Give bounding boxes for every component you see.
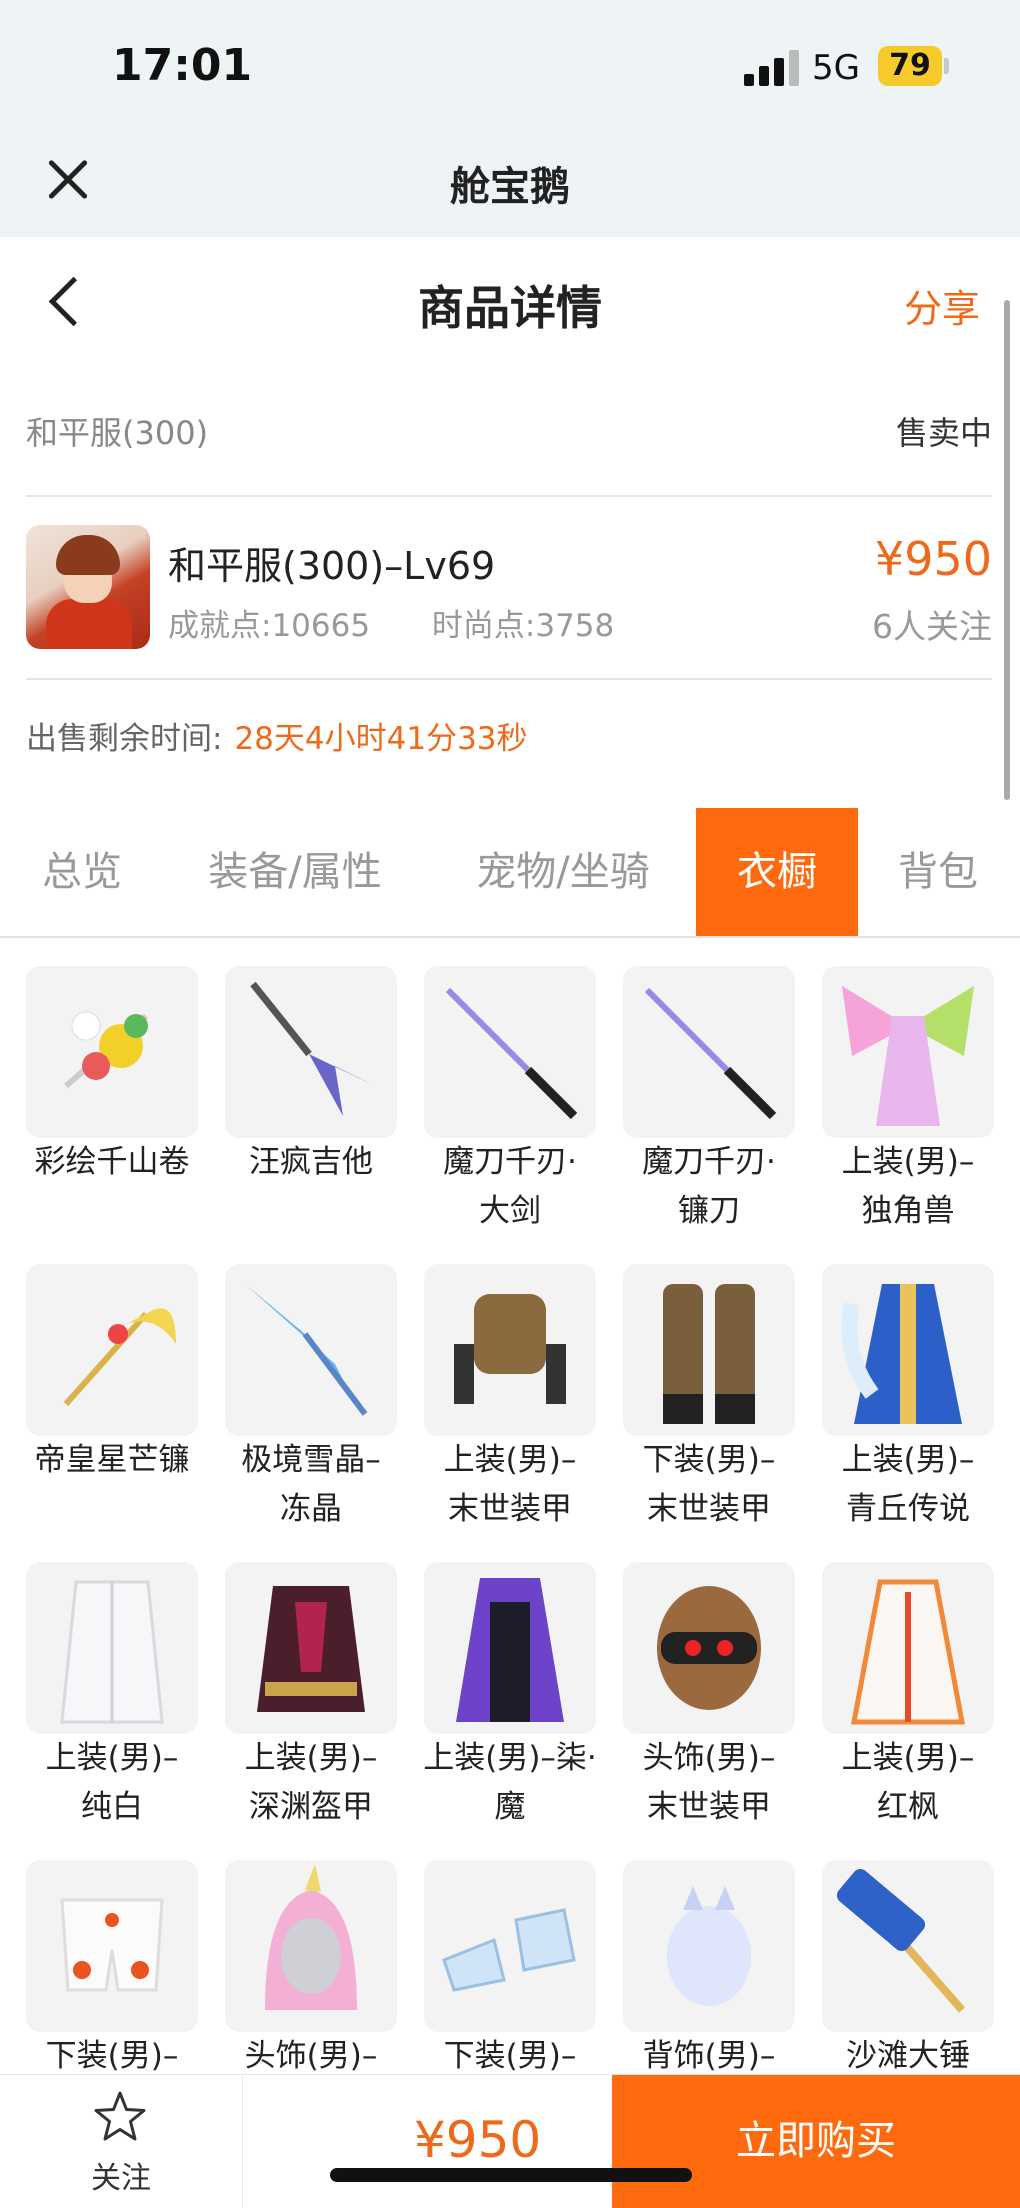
page-title: 商品详情 (418, 281, 602, 335)
guitar-icon (225, 966, 397, 1138)
watcher-count: 6人关注 (872, 607, 992, 646)
buy-now-button[interactable]: 立即购买 (612, 2075, 1020, 2208)
remaining-time-value: 28天4小时41分33秒 (234, 721, 528, 757)
star-icon (94, 2091, 146, 2141)
item-label: 魔刀千刃· 镰刀 (642, 1144, 776, 1229)
item-label: 上装(男)– 纯白 (45, 1740, 179, 1825)
wardrobe-item[interactable]: 上装(男)– 红枫 (822, 1562, 994, 1825)
item-label: 上装(男)– 青丘传说 (841, 1442, 975, 1527)
item-label: 彩绘千山卷 (34, 1144, 190, 1180)
maple-shorts-icon (26, 1860, 198, 2032)
item-label: 帝皇星芒镰 (34, 1442, 190, 1478)
helmet-icon (623, 1562, 795, 1734)
white-coat-icon (26, 1562, 198, 1734)
miniapp-title: 舱宝鹅 (450, 164, 570, 210)
item-label: 上装(男)– 红枫 (841, 1740, 975, 1825)
network-label: 5G (812, 48, 860, 88)
account-title: 和平服(300)–Lv69 (168, 544, 496, 588)
wardrobe-item[interactable]: 彩绘千山卷 (26, 966, 198, 1226)
status-badge: 售卖中 (895, 414, 992, 452)
status-time: 17:01 (112, 40, 253, 91)
account-price: ¥950 (874, 532, 992, 586)
item-label: 下装(男)– 末世装甲 (642, 1442, 776, 1527)
share-button[interactable]: 分享 (904, 278, 980, 333)
tab-overview[interactable]: 总览 (0, 808, 164, 936)
tab-bar: 总览 装备/属性 宠物/坐骑 衣橱 背包 (0, 808, 1020, 936)
wardrobe-item[interactable]: 上装(男)– 独角兽 (822, 966, 994, 1229)
server-name: 和平服(300) (26, 414, 209, 452)
divider (26, 678, 992, 680)
follow-label: 关注 (91, 2161, 151, 2196)
battery-tip (944, 58, 949, 74)
wardrobe-item[interactable]: 上装(男)– 纯白 (26, 1562, 198, 1825)
wardrobe-item[interactable]: 魔刀千刃· 大剑 (424, 966, 596, 1229)
follow-button[interactable]: 关注 (0, 2075, 243, 2208)
unicorn-hood-icon (225, 1860, 397, 2032)
armor-legs-icon (623, 1264, 795, 1436)
bottom-price: ¥950 (414, 2111, 542, 2169)
katana-icon (424, 966, 596, 1138)
bottom-action-bar: 关注 ¥950 立即购买 (0, 2074, 1020, 2208)
armor-top-icon (424, 1264, 596, 1436)
tab-equipment[interactable]: 装备/属性 (180, 808, 410, 936)
remaining-time-row: 出售剩余时间: 28天4小时41分33秒 (26, 713, 528, 758)
wardrobe-item[interactable]: 头饰(男)– 末世装甲 (623, 1562, 795, 1825)
avatar (26, 525, 150, 649)
wardrobe-item[interactable]: 魔刀千刃· 镰刀 (623, 966, 795, 1229)
tab-wardrobe[interactable]: 衣橱 (696, 808, 858, 936)
wardrobe-item[interactable]: 帝皇星芒镰 (26, 1264, 198, 1524)
purple-hoodie-icon (424, 1562, 596, 1734)
wardrobe-item[interactable]: 汪疯吉他 (225, 966, 397, 1226)
signal-icon (744, 50, 800, 86)
abyss-armor-icon (225, 1562, 397, 1734)
red-maple-robe-icon (822, 1562, 994, 1734)
wardrobe-item[interactable]: 上装(男)– 青丘传说 (822, 1264, 994, 1527)
wardrobe-item[interactable]: 上装(男)– 深渊盔甲 (225, 1562, 397, 1825)
divider (26, 495, 992, 497)
scroll-weapon-icon (26, 966, 198, 1138)
server-row: 和平服(300) 售卖中 (26, 408, 992, 458)
scrollbar[interactable] (1004, 300, 1010, 800)
wardrobe-item[interactable]: 下装(男)– 末世装甲 (623, 1264, 795, 1527)
boots-icon (424, 1860, 596, 2032)
tab-backpack[interactable]: 背包 (868, 808, 1008, 936)
ice-spear-icon (225, 1264, 397, 1436)
fashion-points: 时尚点:3758 (431, 608, 615, 644)
blue-robe-icon (822, 1264, 994, 1436)
item-label: 上装(男)– 独角兽 (841, 1144, 975, 1229)
scythe-icon (26, 1264, 198, 1436)
tab-divider (0, 936, 1020, 938)
item-label: 极境雪晶– 冻晶 (241, 1442, 381, 1527)
tab-pets-mounts[interactable]: 宠物/坐骑 (450, 808, 676, 936)
item-label: 上装(男)– 深渊盔甲 (244, 1740, 378, 1825)
item-label: 头饰(男)– 末世装甲 (642, 1740, 776, 1825)
wardrobe-item[interactable]: 极境雪晶– 冻晶 (225, 1264, 397, 1527)
home-indicator (330, 2168, 692, 2182)
item-label: 上装(男)– 末世装甲 (443, 1442, 577, 1527)
hammer-icon (822, 1860, 994, 2032)
back-ornament-icon (623, 1860, 795, 2032)
remaining-time-label: 出售剩余时间: (26, 721, 223, 757)
account-stats: 成就点:10665 时尚点:3758 (168, 600, 614, 645)
item-label: 魔刀千刃· 大剑 (443, 1144, 577, 1229)
item-label: 汪疯吉他 (249, 1144, 373, 1180)
wardrobe-item[interactable]: 上装(男)– 末世装甲 (424, 1264, 596, 1527)
wardrobe-item[interactable]: 上装(男)–柒· 魔 (423, 1562, 597, 1825)
item-label: 上装(男)–柒· 魔 (423, 1740, 597, 1825)
battery-icon: 79 (878, 46, 942, 86)
achievement-points: 成就点:10665 (168, 608, 371, 644)
katana-icon (623, 966, 795, 1138)
winged-dress-icon (822, 966, 994, 1138)
